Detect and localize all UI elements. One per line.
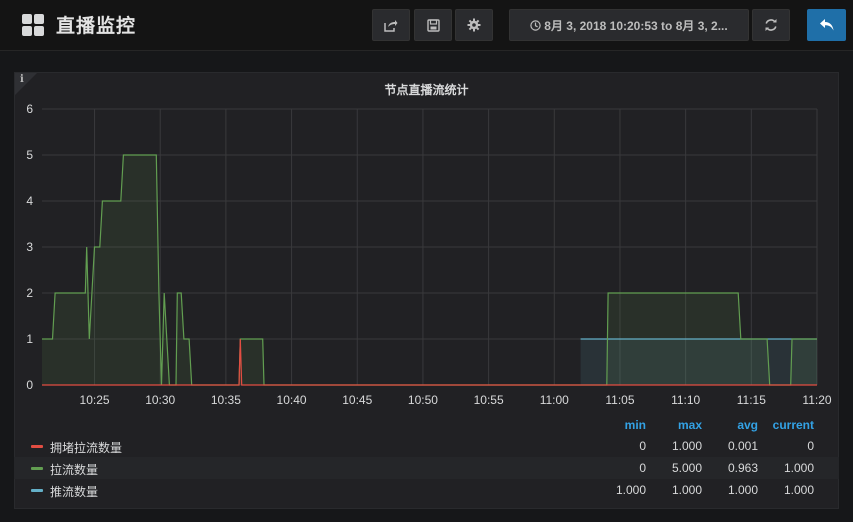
legend-header-max[interactable]: max	[664, 418, 702, 432]
legend-avg-value: 0.963	[727, 461, 758, 475]
save-dashboard-button[interactable]	[414, 9, 452, 41]
legend-series-name[interactable]: 拉流数量	[50, 461, 98, 478]
top-navbar: 直播监控 8月 3, 2018 10:20:53 to 8月 3, 2...	[0, 0, 853, 51]
legend-current-value: 1.000	[783, 461, 814, 475]
clock-icon	[530, 19, 541, 31]
legend-series-name[interactable]: 推流数量	[50, 483, 98, 500]
legend-row[interactable]: 拉流数量 0 5.000 0.963 1.000	[14, 457, 839, 479]
save-icon	[426, 18, 440, 32]
time-range-picker[interactable]: 8月 3, 2018 10:20:53 to 8月 3, 2...	[509, 9, 749, 41]
back-to-dashboard-button[interactable]	[807, 9, 846, 41]
legend-max-value: 1.000	[671, 439, 702, 453]
legend-swatch[interactable]	[31, 445, 43, 448]
legend-avg-value: 0.001	[727, 439, 758, 453]
panel-title[interactable]: 节点直播流统计	[15, 81, 838, 98]
refresh-icon	[765, 19, 777, 31]
undo-arrow-icon	[819, 19, 833, 31]
legend-row[interactable]: 拥堵拉流数量 0 1.000 0.001 0	[14, 435, 839, 457]
legend-max-value: 5.000	[671, 461, 702, 475]
legend-min-value: 1.000	[615, 483, 646, 497]
legend-header-avg[interactable]: avg	[714, 418, 758, 432]
legend-current-value: 1.000	[783, 483, 814, 497]
legend-current-value: 0	[807, 439, 814, 453]
legend-header-current[interactable]: current	[764, 418, 814, 432]
legend-min-value: 0	[639, 461, 646, 475]
refresh-button[interactable]	[752, 9, 790, 41]
legend-row[interactable]: 推流数量 1.000 1.000 1.000 1.000	[14, 479, 839, 501]
dashboard-title[interactable]: 直播监控	[56, 11, 136, 38]
legend-header-min[interactable]: min	[604, 418, 646, 432]
legend-swatch[interactable]	[31, 489, 43, 492]
dashboard-grid-icon[interactable]	[22, 14, 44, 36]
legend-header: min max avg current	[14, 415, 839, 435]
legend-series-name[interactable]: 拥堵拉流数量	[50, 439, 122, 456]
legend-max-value: 1.000	[671, 483, 702, 497]
legend-avg-value: 1.000	[727, 483, 758, 497]
share-icon	[384, 19, 398, 32]
time-range-label: 8月 3, 2018 10:20:53 to 8月 3, 2...	[544, 18, 728, 33]
legend-min-value: 0	[639, 439, 646, 453]
share-button[interactable]	[372, 9, 410, 41]
gear-icon	[467, 18, 481, 32]
settings-button[interactable]	[455, 9, 493, 41]
legend-swatch[interactable]	[31, 467, 43, 470]
